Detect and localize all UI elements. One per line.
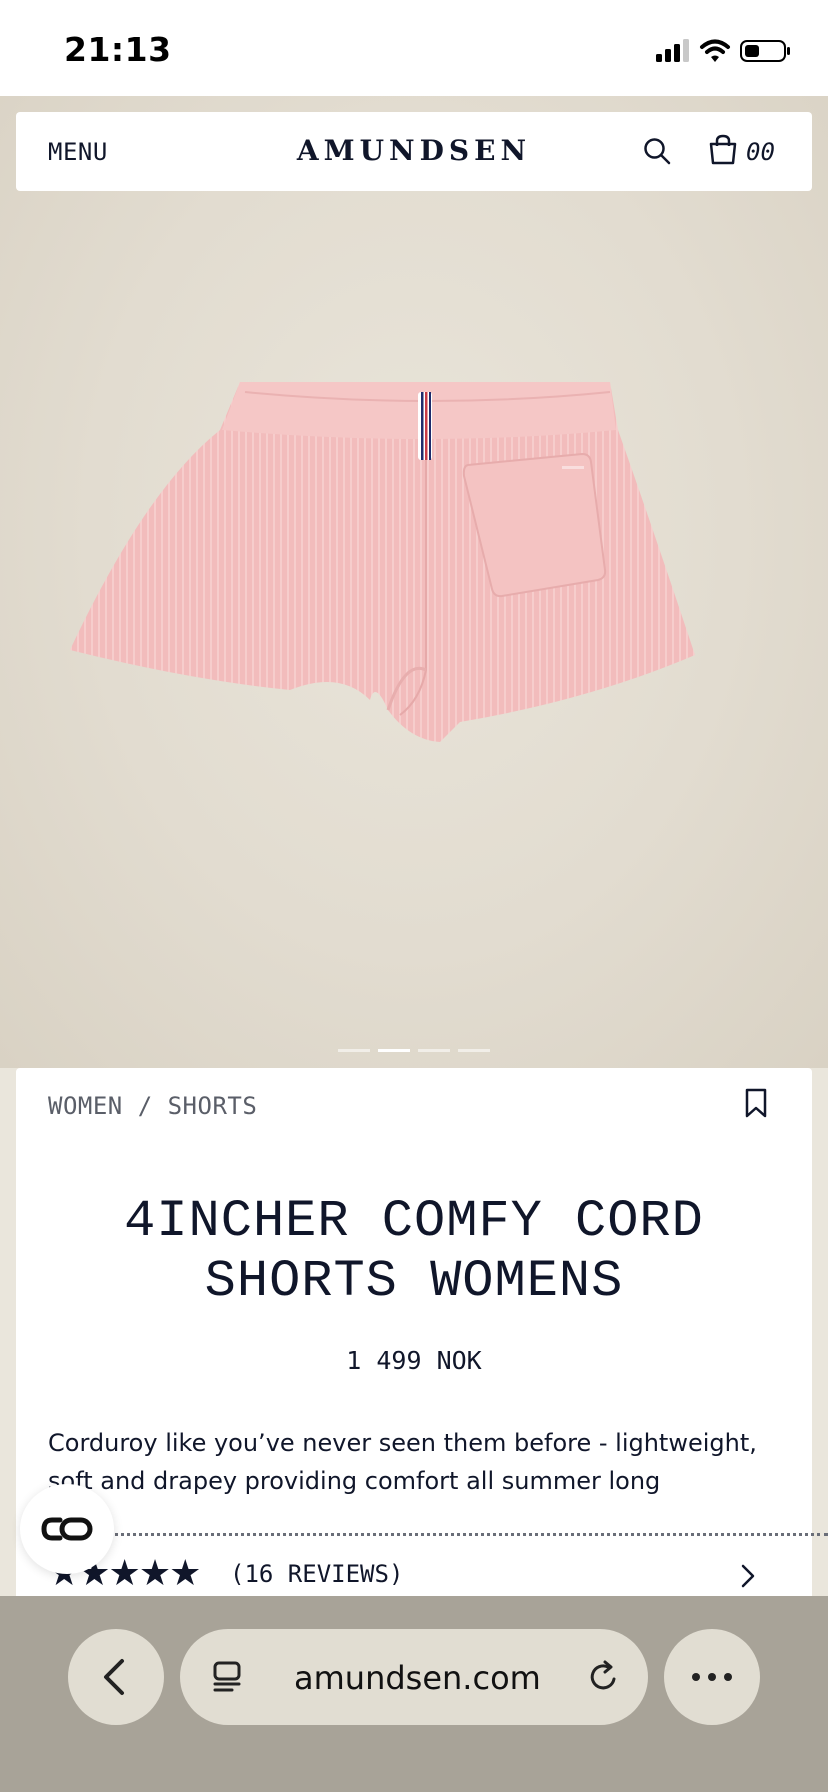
battery-icon: [740, 40, 790, 62]
cart-count[interactable]: 00: [746, 138, 775, 166]
chat-icon: [41, 1517, 93, 1541]
url-text[interactable]: amundsen.com: [294, 1659, 541, 1697]
gallery-dot[interactable]: [418, 1049, 450, 1052]
product-image[interactable]: [70, 370, 760, 850]
bookmark-icon[interactable]: [744, 1088, 768, 1118]
signal-icon: [656, 39, 689, 62]
brand-logo[interactable]: AMUNDSEN: [16, 134, 812, 167]
product-title: 4INCHER COMFY CORD SHORTS WOMENS: [60, 1192, 768, 1312]
status-icons: [656, 39, 790, 62]
address-bar[interactable]: amundsen.com: [180, 1629, 648, 1725]
chat-button[interactable]: [20, 1484, 114, 1574]
gallery-dot[interactable]: [458, 1049, 490, 1052]
review-count[interactable]: (16 REVIEWS): [230, 1560, 403, 1588]
back-chevron-icon: [104, 1659, 124, 1695]
gallery-pagination: [0, 1049, 828, 1053]
back-button[interactable]: [68, 1629, 164, 1725]
product-description: Corduroy like you’ve never seen them bef…: [48, 1429, 757, 1495]
gallery-dot-active[interactable]: [378, 1049, 410, 1052]
product-title-line-1: 4INCHER COMFY CORD: [124, 1192, 704, 1251]
shopping-bag-icon[interactable]: [708, 134, 738, 166]
status-time: 21:13: [64, 30, 172, 69]
reload-icon[interactable]: [586, 1659, 622, 1695]
chevron-right-icon[interactable]: [738, 1562, 758, 1590]
wifi-icon: [700, 39, 730, 62]
breadcrumb[interactable]: WOMEN / SHORTS: [48, 1092, 257, 1120]
top-navbar: MENU AMUNDSEN 00: [16, 112, 812, 191]
product-title-line-2: SHORTS WOMENS: [204, 1252, 624, 1311]
gallery-dot[interactable]: [338, 1049, 370, 1052]
search-icon[interactable]: [642, 136, 672, 166]
product-price: 1 499 NOK: [346, 1346, 482, 1375]
dotted-divider: [42, 1533, 828, 1536]
status-bar: 21:13: [0, 0, 828, 96]
more-icon: [692, 1673, 732, 1681]
tabs-icon[interactable]: [210, 1659, 244, 1695]
more-options-button[interactable]: [664, 1629, 760, 1725]
